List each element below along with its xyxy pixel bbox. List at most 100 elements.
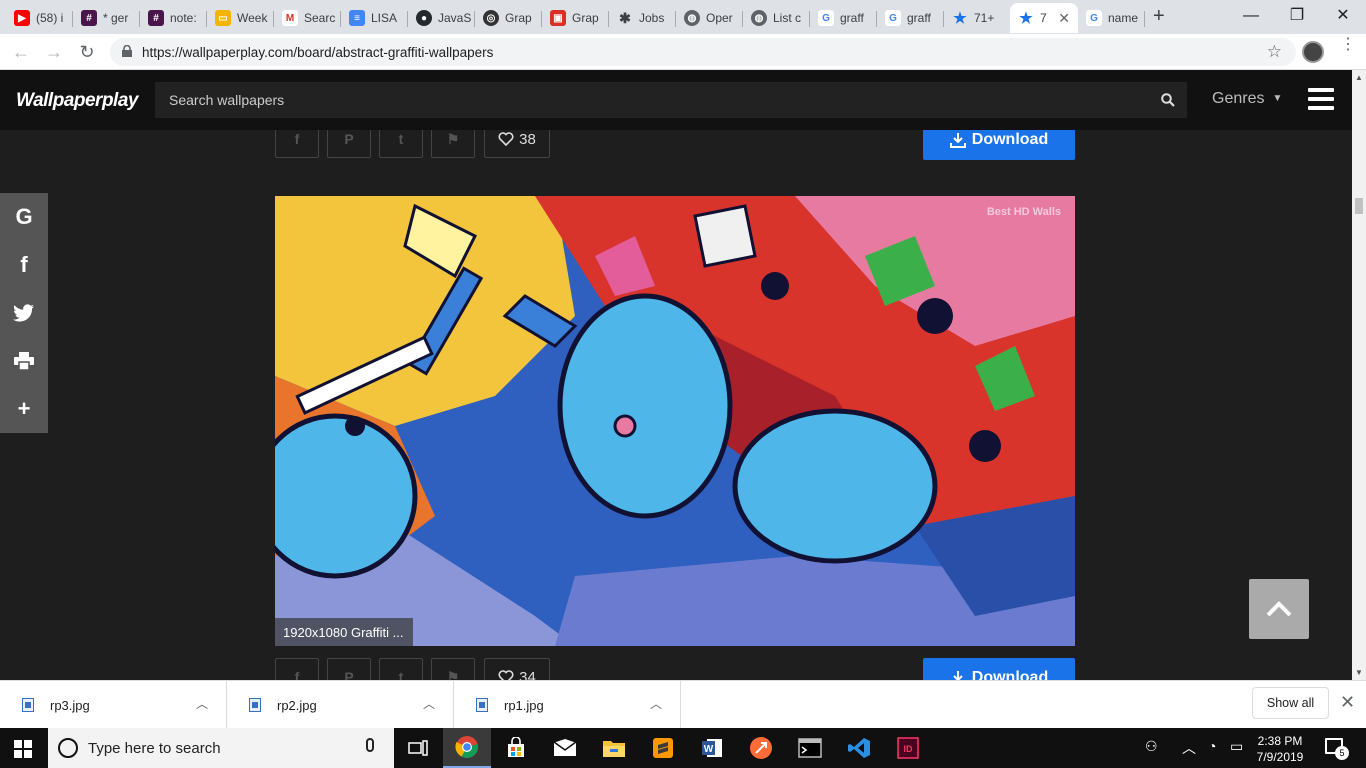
search-icon[interactable] <box>1161 93 1175 107</box>
pinterest-share-button[interactable]: P <box>327 130 371 158</box>
genres-label: Genres <box>1212 90 1265 107</box>
close-shelf-icon[interactable]: ✕ <box>1340 692 1355 713</box>
logo-icon: ◎ <box>483 10 499 26</box>
browser-tab[interactable]: ▣ Grap <box>542 3 609 33</box>
facebook-share-button[interactable]: f <box>275 658 319 680</box>
browser-tab[interactable]: Ggraff <box>810 3 877 33</box>
star-icon: ✱ <box>619 9 631 26</box>
action-center-icon[interactable]: 5 <box>1325 738 1349 760</box>
star-icon: ★ <box>953 10 967 27</box>
sublime-text-icon[interactable] <box>639 728 687 768</box>
svg-text:W: W <box>704 744 714 755</box>
heart-icon <box>498 132 514 146</box>
google-icon[interactable]: G <box>0 193 48 241</box>
chevron-up-icon[interactable]: ︿ <box>423 695 435 712</box>
postman-icon[interactable] <box>737 728 785 768</box>
restore-button[interactable]: ❐ <box>1274 4 1320 28</box>
report-button[interactable]: ⚑ <box>431 130 475 158</box>
address-bar[interactable]: https://wallpaperplay.com/board/abstract… <box>110 38 1296 66</box>
wifi-icon[interactable]: ◔ <box>1208 738 1216 754</box>
twitter-share-button[interactable]: t <box>379 130 423 158</box>
browser-tab-strip: ▶ (58) i # * ger # note: ▭ Week M Searc ≡ LISA… <box>0 0 1366 34</box>
battery-icon[interactable]: ▭ <box>1230 738 1243 755</box>
browser-tab[interactable]: ▶ (58) i <box>6 3 73 33</box>
taskbar-search[interactable]: Type here to search <box>48 728 394 768</box>
twitter-icon[interactable] <box>0 289 48 337</box>
scroll-up-arrow[interactable]: ▲ <box>1355 73 1363 82</box>
page-scrollbar[interactable]: ▲ ▼ <box>1352 70 1366 680</box>
browser-tab[interactable]: ◎ Grap <box>475 3 542 33</box>
print-icon[interactable] <box>0 337 48 385</box>
svg-text:ID: ID <box>904 744 914 754</box>
browser-tab[interactable]: # note: <box>140 3 207 33</box>
minimize-button[interactable]: — <box>1228 4 1274 28</box>
report-button[interactable]: ⚑ <box>431 658 475 680</box>
reload-button[interactable]: ↻ <box>76 41 98 63</box>
genres-dropdown[interactable]: Genres ▼ <box>1212 90 1282 108</box>
show-all-downloads-button[interactable]: Show all <box>1252 687 1329 719</box>
tray-chevron-icon[interactable]: ︿ <box>1182 738 1196 758</box>
scroll-down-arrow[interactable]: ▼ <box>1355 668 1363 677</box>
new-tab-button[interactable]: + <box>1153 6 1165 26</box>
download-item[interactable]: rp3.jpg ︿ <box>0 681 227 729</box>
bookmark-star-icon[interactable]: ☆ <box>1267 42 1282 62</box>
browser-tab[interactable]: ★ 71+ <box>944 3 1010 33</box>
file-explorer-icon[interactable] <box>590 728 638 768</box>
profile-avatar[interactable] <box>1302 41 1324 63</box>
like-button[interactable]: 38 <box>484 130 550 158</box>
browser-tab[interactable]: M Searc <box>274 3 341 33</box>
indesign-icon[interactable]: ID <box>884 728 932 768</box>
browser-tab[interactable]: Gname <box>1078 3 1145 33</box>
hamburger-menu-icon[interactable] <box>1308 88 1334 110</box>
browser-tab-active[interactable]: ★ 7 ✕ <box>1010 3 1078 33</box>
scroll-thumb[interactable] <box>1355 198 1363 214</box>
vscode-icon[interactable] <box>835 728 883 768</box>
pinterest-share-button[interactable]: P <box>327 658 371 680</box>
close-tab-icon[interactable]: ✕ <box>1058 10 1070 27</box>
chrome-icon[interactable] <box>443 728 491 768</box>
close-window-button[interactable]: ✕ <box>1320 4 1366 28</box>
search-input[interactable] <box>155 82 1145 118</box>
browser-tab[interactable]: ▭ Week <box>207 3 274 33</box>
browser-menu-icon[interactable]: ⋮ <box>1340 37 1356 53</box>
wallpaper-image[interactable]: Best HD Walls 1920x1080 Graffiti ... <box>275 196 1075 646</box>
terminal-icon[interactable] <box>786 728 834 768</box>
back-button[interactable]: ← <box>10 41 32 63</box>
plus-icon[interactable]: + <box>0 385 48 433</box>
browser-tab[interactable]: ✱ Jobs <box>609 3 676 33</box>
site-logo[interactable]: Wallpaperplay <box>16 90 138 112</box>
browser-tab[interactable]: # * ger <box>73 3 140 33</box>
pinterest-icon: P <box>344 669 354 680</box>
chevron-up-icon[interactable]: ︿ <box>650 695 662 712</box>
download-label: Download <box>971 669 1049 680</box>
image-file-icon <box>249 698 261 712</box>
like-button[interactable]: 34 <box>484 658 550 680</box>
word-icon[interactable]: W <box>688 728 736 768</box>
microphone-icon[interactable] <box>366 738 374 752</box>
windows-start-icon[interactable] <box>14 740 32 758</box>
task-view-icon[interactable] <box>394 728 442 768</box>
facebook-icon[interactable]: f <box>0 241 48 289</box>
store-icon[interactable] <box>492 728 540 768</box>
browser-tab[interactable]: Ggraff <box>877 3 944 33</box>
mail-icon[interactable] <box>541 728 589 768</box>
download-item[interactable]: rp1.jpg ︿ <box>454 681 681 729</box>
forward-button[interactable]: → <box>43 41 65 63</box>
browser-tab[interactable]: ≡ LISA <box>341 3 408 33</box>
heart-icon <box>498 670 514 680</box>
download-button[interactable]: Download <box>923 130 1075 160</box>
google-icon: G <box>1086 10 1102 26</box>
back-to-top-button[interactable] <box>1249 579 1309 639</box>
people-icon[interactable]: ⚇ <box>1145 738 1158 755</box>
facebook-share-button[interactable]: f <box>275 130 319 158</box>
twitter-share-button[interactable]: t <box>379 658 423 680</box>
chevron-up-icon[interactable]: ︿ <box>196 695 208 712</box>
browser-tab[interactable]: ● JavaS <box>408 3 475 33</box>
download-item[interactable]: rp2.jpg ︿ <box>227 681 454 729</box>
download-button[interactable]: Download <box>923 658 1075 680</box>
wallpaper-caption[interactable]: 1920x1080 Graffiti ... <box>275 618 414 646</box>
system-clock[interactable]: 2:38 PM 7/9/2019 <box>1250 733 1310 765</box>
download-shelf: rp3.jpg ︿ rp2.jpg ︿ rp1.jpg ︿ <box>0 680 1366 729</box>
browser-tab[interactable]: ◍ List c <box>743 3 810 33</box>
browser-tab[interactable]: ◍ Oper <box>676 3 743 33</box>
